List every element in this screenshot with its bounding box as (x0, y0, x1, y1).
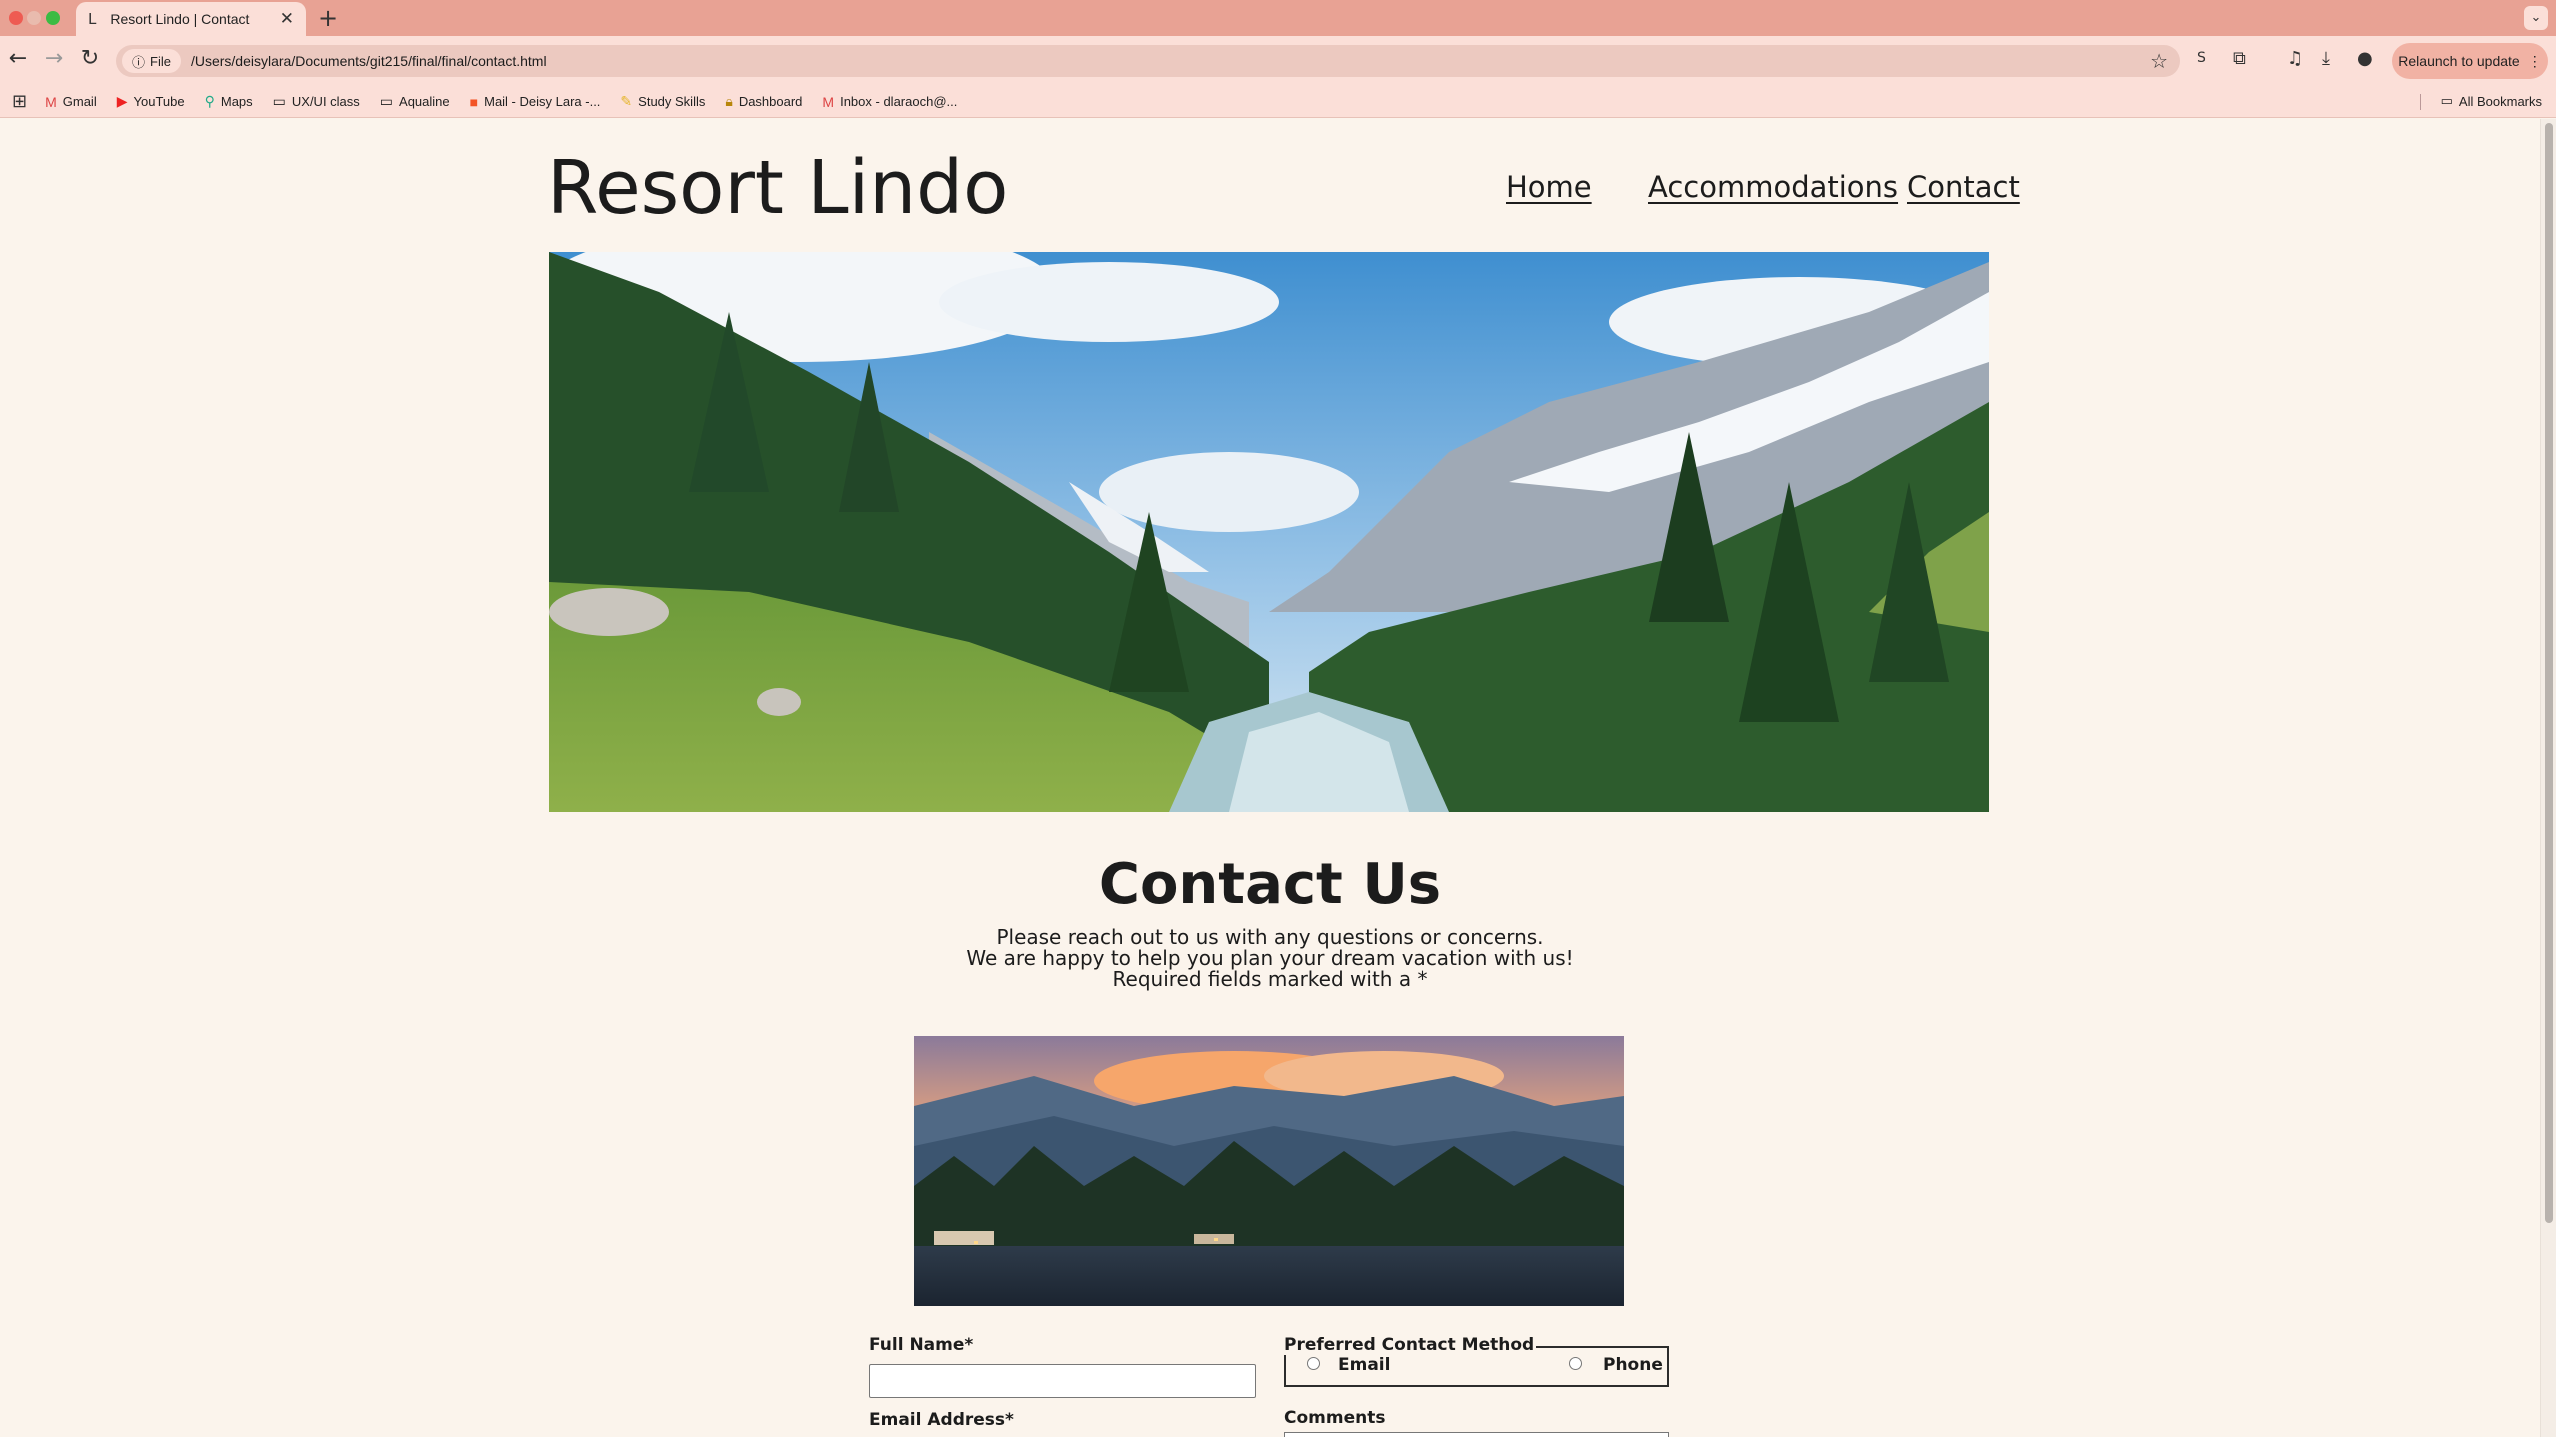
bookmark-inbox[interactable]: M Inbox - dlaraoch@... (822, 94, 957, 110)
bookmark-dashboard[interactable]: 🔒︎ Dashboard (725, 93, 802, 110)
folder-icon: ▭ (379, 93, 394, 109)
forward-icon[interactable]: → (40, 46, 68, 71)
maps-icon: ⚲ (204, 93, 215, 109)
relaunch-button[interactable]: Relaunch to update ⋮ (2392, 43, 2548, 79)
contact-intro: Please reach out to us with any question… (0, 927, 2540, 990)
outlook-icon: ■ (469, 93, 479, 110)
close-window-button[interactable] (9, 11, 23, 25)
nav-link-contact[interactable]: Contact (1907, 170, 2020, 204)
nav-link-home[interactable]: Home (1506, 170, 1592, 204)
relaunch-label: Relaunch to update (2398, 53, 2520, 69)
profile-avatar-icon[interactable]: ● (2357, 48, 2373, 69)
info-icon: ⓘ (132, 54, 146, 70)
site-info-chip[interactable]: ⓘ File (122, 49, 181, 73)
preferred-contact-legend: Preferred Contact Method (1284, 1335, 1537, 1355)
media-control-icon[interactable]: ♫ (2287, 48, 2303, 69)
profile-extension-icon[interactable]: S (2197, 50, 2206, 66)
page-scrollbar[interactable] (2540, 119, 2556, 1437)
tab-bar: L Resort Lindo | Contact ✕ + ⌄ (0, 0, 2556, 36)
radio-phone[interactable] (1569, 1357, 1582, 1370)
bookmark-aqualine[interactable]: ▭ Aqualine (380, 93, 450, 110)
folder-icon: ▭ (2440, 93, 2453, 108)
close-tab-icon[interactable]: ✕ (280, 9, 294, 29)
bookmark-star-icon[interactable]: ☆ (2150, 49, 2168, 73)
bookmark-study-skills[interactable]: ✎ Study Skills (620, 93, 705, 110)
bookmarks-separator (2420, 94, 2421, 110)
notes-icon: ✎ (620, 93, 633, 109)
full-name-input[interactable] (869, 1364, 1256, 1398)
more-menu-icon[interactable]: ⋮ (2528, 53, 2542, 70)
comments-label: Comments (1284, 1408, 1386, 1428)
intro-line-2: We are happy to help you plan your dream… (966, 946, 1574, 970)
site-title: Resort Lindo (547, 145, 1009, 231)
browser-tab[interactable]: L Resort Lindo | Contact ✕ (76, 2, 306, 36)
email-address-label: Email Address* (869, 1410, 1014, 1430)
tab-title: Resort Lindo | Contact (110, 11, 250, 27)
address-bar[interactable]: ⓘ File /Users/deisylara/Documents/git215… (116, 45, 2180, 77)
bookmark-uxui-class[interactable]: ▭ UX/UI class (273, 93, 360, 110)
bookmark-youtube[interactable]: ▶ YouTube (117, 93, 185, 110)
comments-textarea[interactable] (1284, 1432, 1669, 1437)
tab-search-button[interactable]: ⌄ (2524, 6, 2548, 30)
gmail-icon: M (822, 93, 835, 110)
scrollbar-thumb[interactable] (2545, 123, 2553, 1223)
radio-email[interactable] (1307, 1357, 1320, 1370)
minimize-window-button[interactable] (27, 11, 41, 25)
folder-icon: ▭ (272, 93, 286, 109)
radio-email-label[interactable]: Email (1338, 1355, 1390, 1375)
back-icon[interactable]: ← (4, 46, 32, 71)
download-icon[interactable]: ⤓ (2322, 48, 2330, 69)
hero-mountain-image (549, 252, 1989, 812)
intro-line-3: Required fields marked with a * (1112, 967, 1428, 991)
bookmark-gmail[interactable]: M Gmail (45, 94, 97, 110)
reload-icon[interactable]: ↻ (76, 46, 104, 71)
tab-favicon: L (88, 10, 97, 28)
lake-sunset-image (914, 1036, 1624, 1306)
contact-heading: Contact Us (1098, 852, 1442, 917)
lock-icon: 🔒︎ (725, 93, 733, 109)
gmail-icon: M (45, 93, 57, 110)
new-tab-button[interactable]: + (318, 4, 338, 32)
zoom-window-button[interactable] (46, 11, 60, 25)
youtube-icon: ▶ (116, 93, 128, 109)
bookmark-mail-deisy[interactable]: ■ Mail - Deisy Lara -... (470, 94, 601, 110)
browser-toolbar: ← → ↻ ⓘ File /Users/deisylara/Documents/… (0, 36, 2556, 86)
all-bookmarks-button[interactable]: ▭ All Bookmarks (2441, 93, 2542, 109)
intro-line-1: Please reach out to us with any question… (996, 925, 1544, 949)
bookmark-maps[interactable]: ⚲ Maps (205, 93, 253, 110)
full-name-label: Full Name* (869, 1335, 974, 1355)
page-viewport: Resort Lindo Home Accommodations Contact (0, 119, 2540, 1437)
bookmarks-bar: ⊞ M Gmail ▶ YouTube ⚲ Maps ▭ UX/UI class ▭ Aq… (0, 86, 2556, 118)
url-text[interactable]: /Users/deisylara/Documents/git215/final/… (191, 53, 2150, 69)
address-scheme: File (150, 53, 171, 69)
apps-grid-icon[interactable]: ⊞ (12, 91, 27, 112)
extensions-icon[interactable]: ⧉ (2233, 48, 2246, 69)
radio-phone-label[interactable]: Phone (1603, 1355, 1663, 1375)
nav-link-accommodations[interactable]: Accommodations (1648, 170, 1898, 204)
